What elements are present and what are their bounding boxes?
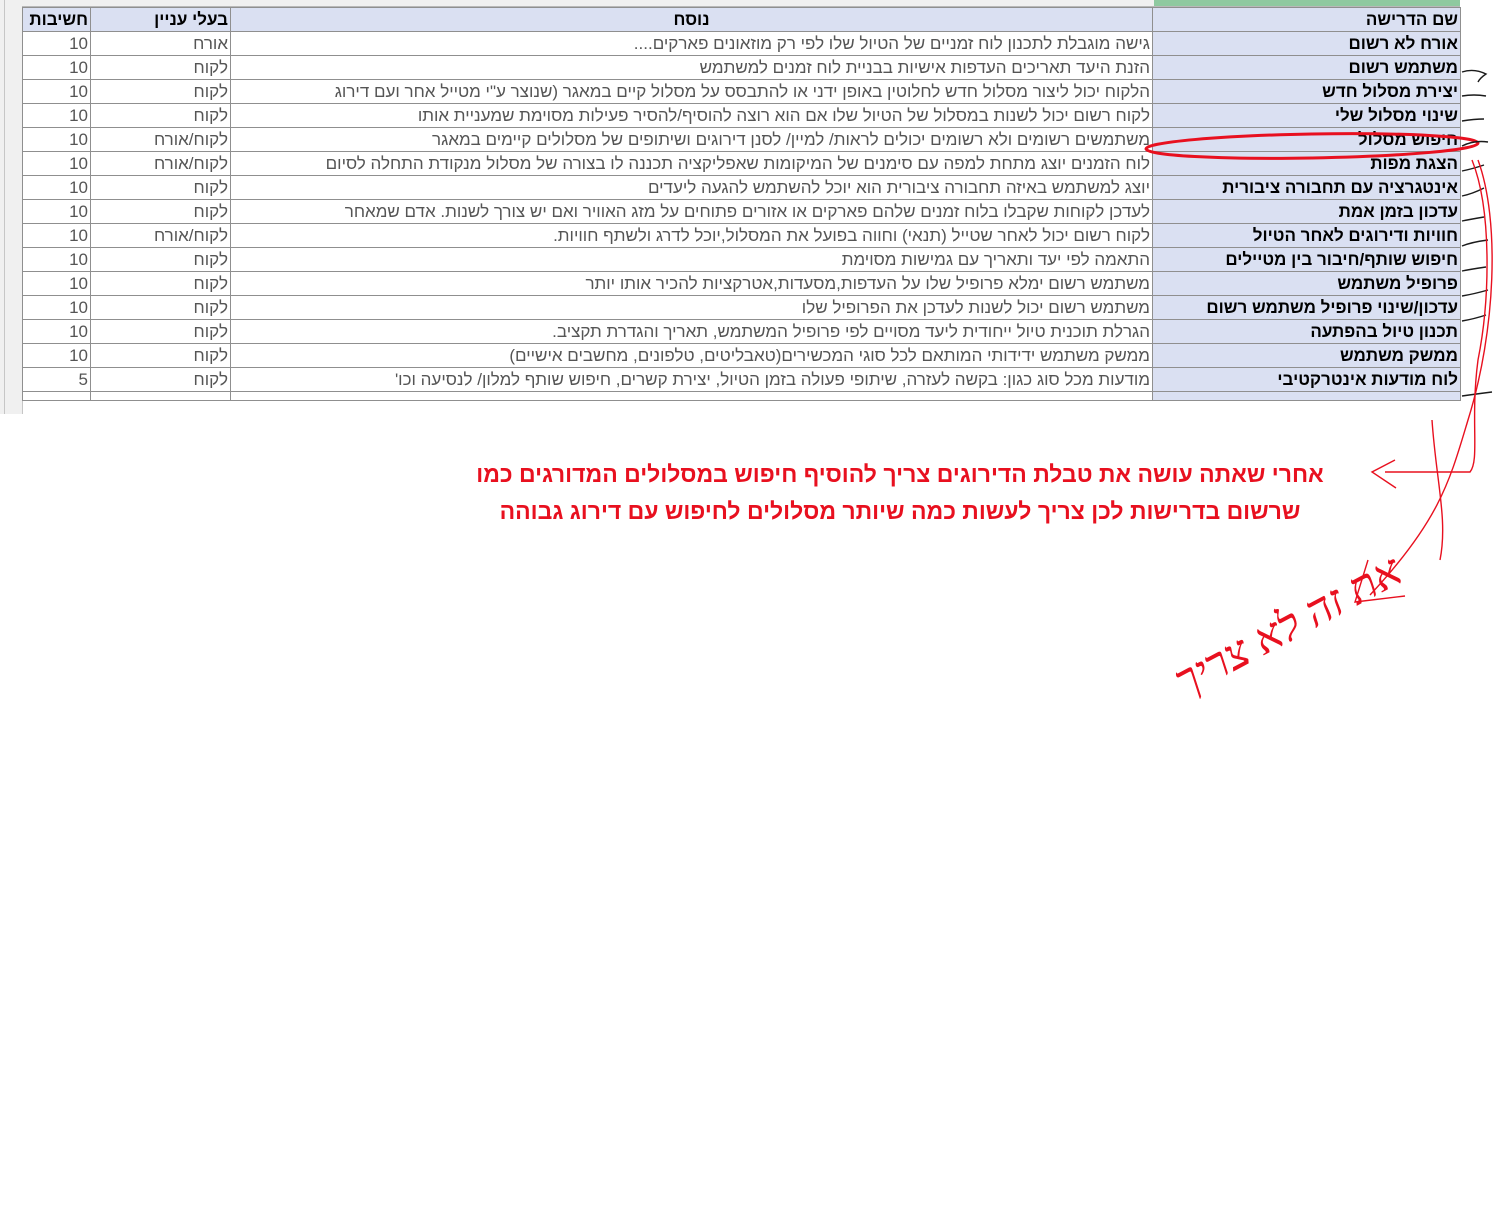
cell-stakeholder[interactable]: אורח xyxy=(90,31,231,56)
cell-requirement-name[interactable]: שינוי מסלול שלי xyxy=(1152,103,1461,128)
cell-importance[interactable]: 10 xyxy=(22,55,91,80)
cell-requirement-name[interactable]: חוויות ודירוגים לאחר הטיול xyxy=(1152,223,1461,248)
cell-text[interactable]: ממשק משתמש ידידותי המותאם לכל סוגי המכשי… xyxy=(230,343,1153,368)
table-row: 10 לקוח התאמה לפי יעד ותאריך עם גמישות מסו… xyxy=(22,247,1461,272)
cell-importance[interactable]: 10 xyxy=(22,151,91,176)
column-header-strip[interactable] xyxy=(22,0,1460,7)
table-row: 10 אורח גישה מוגבלת לתכנון לוח זמניים של ה… xyxy=(22,31,1461,56)
cell-importance[interactable]: 10 xyxy=(22,319,91,344)
cell-requirement-name[interactable]: אינטגרציה עם תחבורה ציבורית xyxy=(1152,175,1461,200)
cell-requirement-name[interactable]: עדכון/שינוי פרופיל משתמש רשום xyxy=(1152,295,1461,320)
cell-stakeholder[interactable]: לקוח xyxy=(90,319,231,344)
cell-text[interactable]: הגרלת תוכנית טיול ייחודית ליעד מסויים לפ… xyxy=(230,319,1153,344)
cell-stakeholder[interactable]: לקוח/אורח xyxy=(90,151,231,176)
header-stakeholder[interactable]: בעלי עניין xyxy=(90,7,231,32)
cell-stakeholder[interactable]: לקוח xyxy=(90,367,231,392)
annotation-note: אחרי שאתה עושה את טבלת הדירוגים צריך להו… xyxy=(440,456,1360,530)
cell-requirement-name[interactable]: הצגת מפות xyxy=(1152,151,1461,176)
cell-importance[interactable]: 10 xyxy=(22,79,91,104)
cell-text[interactable]: משתמשים רשומים ולא רשומים יכולים לראות/ … xyxy=(230,127,1153,152)
cell-importance[interactable]: 10 xyxy=(22,223,91,248)
selected-column-marker xyxy=(1154,0,1460,6)
annotation-line-1: אחרי שאתה עושה את טבלת הדירוגים צריך להו… xyxy=(476,461,1324,487)
cell-requirement-name[interactable]: ממשק משתמש xyxy=(1152,343,1461,368)
cell-text[interactable]: לקוח רשום יכול לאחר שטייל (תנאי) וחווה ב… xyxy=(230,223,1153,248)
annotation-line-2: שרשום בדרישות לכן צריך לעשות כמה שיותר מ… xyxy=(499,498,1301,524)
table-row: 10 לקוח/אורח משתמשים רשומים ולא רשומים יכו… xyxy=(22,127,1461,152)
cell-stakeholder[interactable]: לקוח xyxy=(90,199,231,224)
table-row: 10 לקוח/אורח לוח הזמנים יוצג מתחת למפה עם … xyxy=(22,151,1461,176)
cell-requirement-name[interactable]: חיפוש שותף/חיבור בין מטיילים xyxy=(1152,247,1461,272)
cell-importance[interactable]: 10 xyxy=(22,271,91,296)
empty-row xyxy=(22,391,1461,401)
cell-text[interactable]: הלקוח יכול ליצור מסלול חדש לחלוטין באופן… xyxy=(230,79,1153,104)
cell-importance[interactable]: 5 xyxy=(22,367,91,392)
empty-cell[interactable] xyxy=(230,391,1153,401)
cell-text[interactable]: מודעות מכל סוג כגון: בקשה לעזרה, שיתופי … xyxy=(230,367,1153,392)
header-text[interactable]: נוסח xyxy=(230,7,1153,32)
table-row: 10 לקוח ממשק משתמש ידידותי המותאם לכל סוגי… xyxy=(22,343,1461,368)
header-importance[interactable]: חשיבות xyxy=(22,7,91,32)
table-row: 10 לקוח לעדכן לקוחות שקבלו בלוח זמנים שלהם… xyxy=(22,199,1461,224)
cell-requirement-name[interactable]: יצירת מסלול חדש xyxy=(1152,79,1461,104)
cell-text[interactable]: לוח הזמנים יוצג מתחת למפה עם סימנים של ה… xyxy=(230,151,1153,176)
requirements-table: חשיבות בעלי עניין נוסח שם הדרישה 10 אורח ג… xyxy=(22,7,1461,401)
cell-stakeholder[interactable]: לקוח xyxy=(90,55,231,80)
cell-stakeholder[interactable]: לקוח/אורח xyxy=(90,127,231,152)
cell-stakeholder[interactable]: לקוח xyxy=(90,343,231,368)
cell-importance[interactable]: 10 xyxy=(22,295,91,320)
cell-requirement-name[interactable]: עדכון בזמן אמת xyxy=(1152,199,1461,224)
cell-text[interactable]: לעדכן לקוחות שקבלו בלוח זמנים שלהם פארקי… xyxy=(230,199,1153,224)
table-row: 10 לקוח הזנת היעד תאריכים העדפות אישיות בב… xyxy=(22,55,1461,80)
cell-text[interactable]: לקוח רשום יכול לשנות במסלול של הטיול שלו… xyxy=(230,103,1153,128)
table-row: 10 לקוח משתמש רשום ימלא פרופיל שלו על העדפ… xyxy=(22,271,1461,296)
cell-requirement-name[interactable]: לוח מודעות אינטרקטיבי xyxy=(1152,367,1461,392)
table-row: 5 לקוח מודעות מכל סוג כגון: בקשה לעזרה, שי… xyxy=(22,367,1461,392)
cell-requirement-name[interactable]: פרופיל משתמש xyxy=(1152,271,1461,296)
table-row: 10 לקוח יוצג למשתמש באיזה תחבורה ציבורית ה… xyxy=(22,175,1461,200)
cell-stakeholder[interactable]: לקוח xyxy=(90,79,231,104)
cell-importance[interactable]: 10 xyxy=(22,31,91,56)
cell-requirement-name[interactable]: תכנון טיול בהפתעה xyxy=(1152,319,1461,344)
table-row: 10 לקוח/אורח לקוח רשום יכול לאחר שטייל (תנ… xyxy=(22,223,1461,248)
cell-stakeholder[interactable]: לקוח/אורח xyxy=(90,223,231,248)
table-row: 10 לקוח משתמש רשום יכול לשנות לעדכן את הפר… xyxy=(22,295,1461,320)
table-row: 10 לקוח לקוח רשום יכול לשנות במסלול של הטי… xyxy=(22,103,1461,128)
cell-text[interactable]: התאמה לפי יעד ותאריך עם גמישות מסוימת xyxy=(230,247,1153,272)
empty-cell[interactable] xyxy=(90,391,231,401)
cell-importance[interactable]: 10 xyxy=(22,127,91,152)
cell-stakeholder[interactable]: לקוח xyxy=(90,247,231,272)
cell-importance[interactable]: 10 xyxy=(22,247,91,272)
cell-requirement-name[interactable]: חיפוש מסלול xyxy=(1152,127,1461,152)
empty-cell[interactable] xyxy=(1152,391,1461,401)
cell-text[interactable]: משתמש רשום ימלא פרופיל שלו על העדפות,מסע… xyxy=(230,271,1153,296)
cell-stakeholder[interactable]: לקוח xyxy=(90,103,231,128)
cell-importance[interactable]: 10 xyxy=(22,175,91,200)
cell-requirement-name[interactable]: משתמש רשום xyxy=(1152,55,1461,80)
cell-text[interactable]: יוצג למשתמש באיזה תחבורה ציבורית הוא יוכ… xyxy=(230,175,1153,200)
header-name[interactable]: שם הדרישה xyxy=(1152,7,1461,32)
spreadsheet-view: חשיבות בעלי עניין נוסח שם הדרישה 10 אורח ג… xyxy=(0,0,1505,414)
cell-text[interactable]: משתמש רשום יכול לשנות לעדכן את הפרופיל ש… xyxy=(230,295,1153,320)
cell-stakeholder[interactable]: לקוח xyxy=(90,295,231,320)
row-header-strip[interactable] xyxy=(0,0,23,414)
cell-stakeholder[interactable]: לקוח xyxy=(90,175,231,200)
cell-stakeholder[interactable]: לקוח xyxy=(90,271,231,296)
cell-importance[interactable]: 10 xyxy=(22,199,91,224)
handwritten-note: את זה לא צריך xyxy=(1166,545,1410,706)
table-row: 10 לקוח הלקוח יכול ליצור מסלול חדש לחלוטין… xyxy=(22,79,1461,104)
cell-text[interactable]: גישה מוגבלת לתכנון לוח זמניים של הטיול ש… xyxy=(230,31,1153,56)
table-row: 10 לקוח הגרלת תוכנית טיול ייחודית ליעד מסו… xyxy=(22,319,1461,344)
cell-requirement-name[interactable]: אורח לא רשום xyxy=(1152,31,1461,56)
cell-text[interactable]: הזנת היעד תאריכים העדפות אישיות בבניית ל… xyxy=(230,55,1153,80)
cell-importance[interactable]: 10 xyxy=(22,343,91,368)
empty-cell[interactable] xyxy=(22,391,91,401)
cell-importance[interactable]: 10 xyxy=(22,103,91,128)
header-row: חשיבות בעלי עניין נוסח שם הדרישה xyxy=(22,7,1461,32)
